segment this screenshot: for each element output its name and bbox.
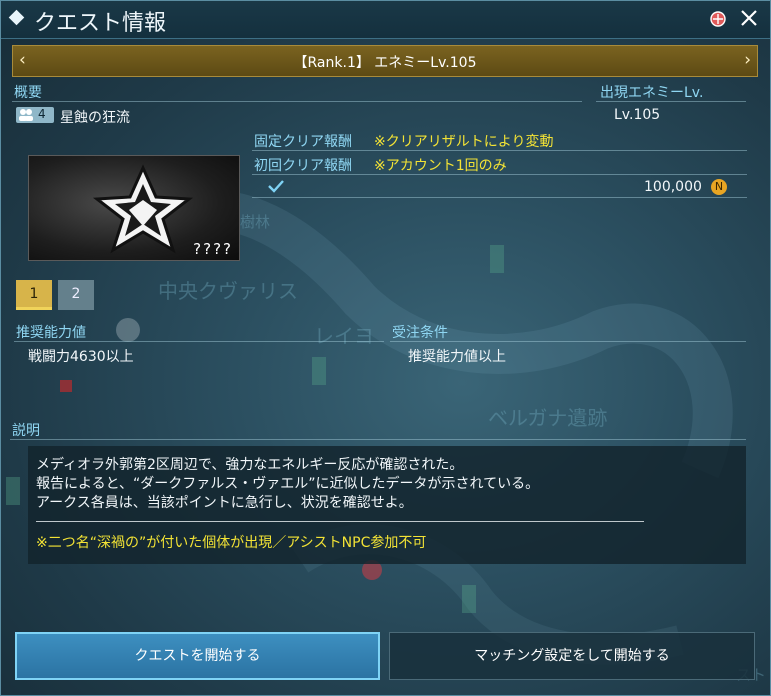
start-quest-button[interactable]: クエストを開始する bbox=[15, 632, 380, 680]
quest-name: 星蝕の狂流 bbox=[60, 110, 130, 126]
description-line: アークス各員は、当該ポイントに急行し、状況を確認せよ。 bbox=[36, 495, 413, 511]
tab-label: 1 bbox=[29, 286, 39, 302]
quest-emblem-icon bbox=[92, 164, 194, 254]
reward-amount: 100,000 bbox=[644, 179, 702, 195]
quest-unknown-label: ???? bbox=[193, 240, 233, 258]
enemy-level-heading: 出現エネミーLv. bbox=[600, 85, 704, 101]
description-heading: 説明 bbox=[12, 423, 40, 439]
party-icon bbox=[19, 109, 33, 121]
window-title: クエスト情報 bbox=[34, 11, 167, 36]
divider bbox=[10, 439, 746, 440]
help-icon[interactable] bbox=[710, 11, 726, 27]
recommended-value: 戦闘力4630以上 bbox=[28, 349, 134, 365]
divider bbox=[252, 197, 747, 198]
first-reward-label: 初回クリア報酬 bbox=[254, 158, 352, 174]
close-icon[interactable] bbox=[739, 8, 759, 28]
enemy-level-value: Lv.105 bbox=[614, 107, 661, 123]
map-label: ベルガナ遺跡 bbox=[488, 406, 608, 430]
quest-thumbnail: ???? bbox=[28, 155, 240, 261]
matching-start-button[interactable]: マッチング設定をして開始する bbox=[389, 632, 755, 680]
rank-label: 【Rank.1】 エネミーLv.105 bbox=[293, 55, 477, 71]
tab-2[interactable]: 2 bbox=[58, 280, 94, 310]
overview-heading: 概要 bbox=[14, 85, 42, 101]
title-bar: クエスト情報 bbox=[0, 0, 771, 39]
party-count: 4 bbox=[38, 107, 46, 121]
map-label: 中央クヴァリス bbox=[158, 279, 298, 303]
requirements-heading: 受注条件 bbox=[392, 325, 448, 341]
checkmark-icon bbox=[268, 180, 284, 193]
party-size-badge: 4 bbox=[16, 107, 54, 123]
tab-selected-indicator bbox=[16, 307, 52, 310]
diamond-icon bbox=[8, 9, 25, 26]
tab-1[interactable]: 1 bbox=[16, 280, 52, 310]
recommended-heading: 推奨能力値 bbox=[16, 325, 86, 341]
map-label: レイヨ bbox=[314, 324, 374, 348]
first-reward-value: ※アカウント1回のみ bbox=[374, 158, 507, 174]
divider bbox=[596, 101, 746, 102]
description-line: メディオラ外郭第2区周辺で、強力なエネルギー反応が確認された。 bbox=[36, 457, 464, 473]
rank-selector: ‹ 【Rank.1】 エネミーLv.105 › bbox=[12, 45, 758, 77]
divider bbox=[14, 341, 384, 342]
description-note: ※二つ名“深禍の”が付いた個体が出現／アシストNPC参加不可 bbox=[36, 535, 427, 551]
requirements-value: 推奨能力値以上 bbox=[408, 349, 506, 365]
divider bbox=[390, 341, 746, 342]
quest-info-window: 中央クヴァリス レイヨ ベルガナ遺跡 樹林 ストド クエスト情報 bbox=[0, 0, 771, 696]
divider bbox=[12, 101, 582, 102]
tab-label: 2 bbox=[71, 286, 81, 302]
divider bbox=[36, 521, 644, 522]
divider bbox=[252, 174, 747, 175]
currency-icon: N bbox=[711, 179, 727, 195]
description-line: 報告によると、“ダークファルス・ヴァエル”に近似したデータが示されている。 bbox=[36, 476, 540, 492]
fixed-reward-value: ※クリアリザルトにより変動 bbox=[374, 134, 554, 150]
chevron-right-icon[interactable]: › bbox=[744, 50, 751, 70]
divider bbox=[252, 150, 747, 151]
map-label: 樹林 bbox=[240, 213, 271, 231]
fixed-reward-label: 固定クリア報酬 bbox=[254, 134, 352, 150]
